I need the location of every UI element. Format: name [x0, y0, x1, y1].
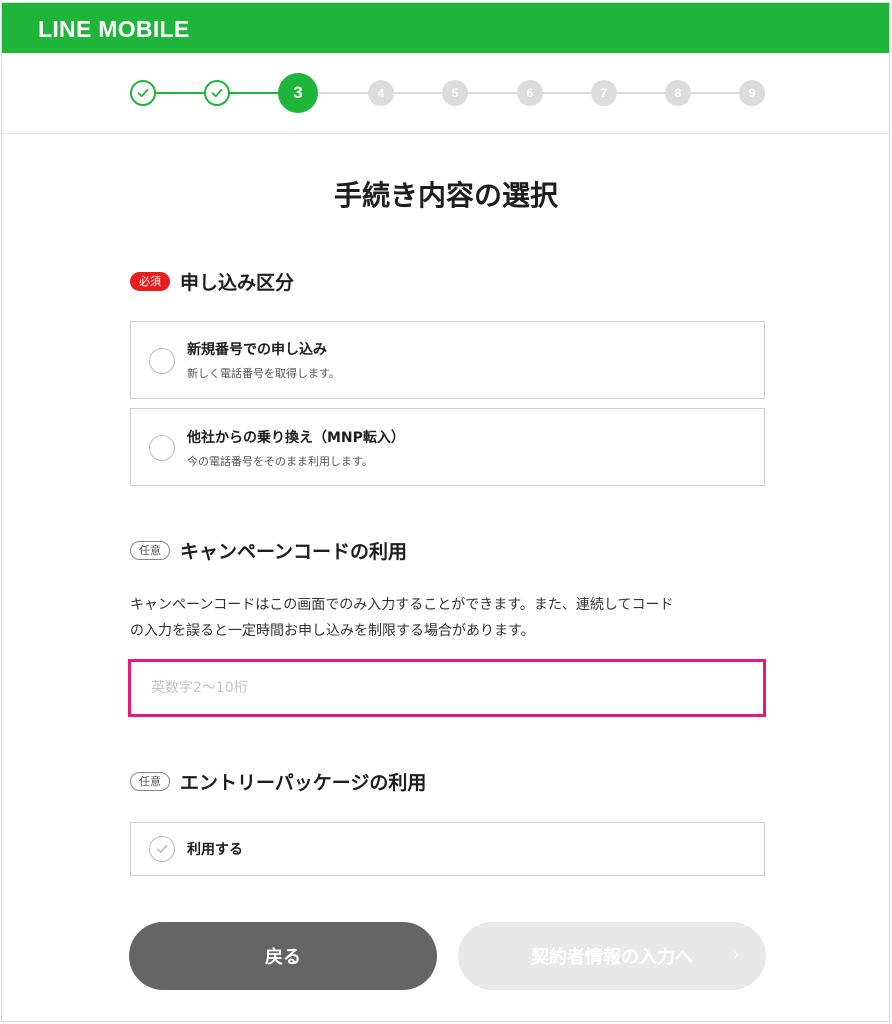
- campaign-code-description: キャンペーンコードはこの画面でのみ入力することができます。また、連続してコード …: [130, 592, 770, 644]
- step-9: 9: [739, 80, 765, 106]
- description-line: の入力を誤ると一定時間お申し込みを制限する場合があります。: [130, 623, 535, 639]
- campaign-code-input[interactable]: [128, 659, 766, 717]
- check-icon: [156, 845, 168, 853]
- app-header: LINE MOBILE: [2, 3, 889, 53]
- description-line: キャンペーンコードはこの画面でのみ入力することができます。また、連続してコード: [130, 597, 674, 613]
- radio-button[interactable]: [149, 348, 175, 374]
- step-8: 8: [665, 80, 691, 106]
- option-title: 新規番号での申し込み: [187, 342, 327, 358]
- option-description: 新しく電話番号を取得します。: [187, 367, 340, 380]
- section-title: キャンペーンコードの利用: [180, 541, 408, 563]
- entry-package-checkbox[interactable]: 利用する: [130, 822, 765, 876]
- section-title: エントリーパッケージの利用: [180, 772, 427, 794]
- option-title: 他社からの乗り換え（MNP転入）: [187, 430, 405, 446]
- section-title: 申し込み区分: [180, 272, 295, 294]
- optional-badge: 任意: [130, 772, 170, 791]
- back-button-label: 戻る: [265, 947, 301, 968]
- step-3-current: 3: [278, 73, 318, 113]
- page-title: 手続き内容の選択: [333, 179, 558, 212]
- step-1-complete: [130, 80, 156, 106]
- option-description: 今の電話番号をそのまま利用します。: [187, 455, 373, 468]
- option-new-number[interactable]: 新規番号での申し込み 新しく電話番号を取得します。: [130, 321, 765, 399]
- step-4: 4: [368, 80, 394, 106]
- entry-package-heading: 任意 エントリーパッケージの利用: [130, 768, 426, 795]
- step-6: 6: [517, 80, 543, 106]
- line-mobile-logo[interactable]: LINE MOBILE: [38, 16, 190, 42]
- step-2-complete: [204, 80, 230, 106]
- step-7: 7: [591, 80, 617, 106]
- check-icon: [137, 88, 149, 98]
- chevron-right-icon: ›: [732, 944, 740, 965]
- application-type-heading: 必須 申し込み区分: [130, 268, 294, 295]
- radio-button[interactable]: [149, 435, 175, 461]
- campaign-code-heading: 任意 キャンペーンコードの利用: [130, 537, 407, 564]
- back-button[interactable]: 戻る: [129, 922, 437, 990]
- option-mnp-transfer[interactable]: 他社からの乗り換え（MNP転入） 今の電話番号をそのまま利用します。: [130, 408, 765, 486]
- step-5: 5: [442, 80, 468, 106]
- required-badge: 必須: [130, 272, 170, 291]
- next-button[interactable]: 契約者情報の入力へ ›: [458, 922, 766, 990]
- optional-badge: 任意: [130, 541, 170, 560]
- checkbox-label: 利用する: [187, 842, 243, 858]
- checkbox[interactable]: [149, 836, 175, 862]
- next-button-label: 契約者情報の入力へ: [531, 947, 693, 968]
- check-icon: [211, 88, 223, 98]
